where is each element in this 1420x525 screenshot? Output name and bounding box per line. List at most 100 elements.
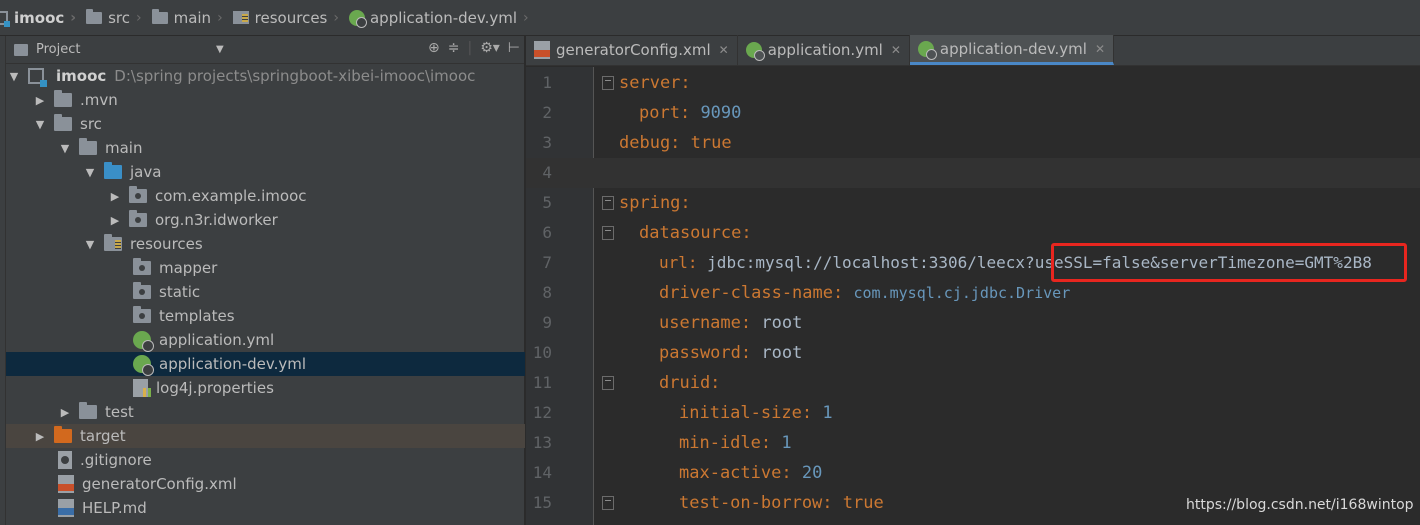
tree-item-application-yml[interactable]: application.yml — [6, 328, 525, 352]
tree-item-target[interactable]: ▶ target — [6, 424, 525, 448]
xml-file-icon — [58, 475, 74, 493]
expand-arrow-icon[interactable]: ▶ — [109, 190, 121, 203]
tree-item-java[interactable]: ▼ java — [6, 160, 525, 184]
code-line[interactable]: 11 druid: — [526, 368, 1420, 398]
tree-item-label: com.example.imooc — [155, 187, 307, 205]
folder-icon — [54, 114, 72, 131]
code-line[interactable]: 1 server: — [526, 68, 1420, 98]
code-line[interactable]: 3 debug: true — [526, 128, 1420, 158]
code-line[interactable]: 14 max-active: 20 — [526, 458, 1420, 488]
tree-item-com-example-imooc[interactable]: ▶ com.example.imooc — [6, 184, 525, 208]
tree-item-label: .gitignore — [80, 451, 152, 469]
excluded-folder-icon — [54, 426, 72, 443]
code-text: initial-size: 1 — [679, 398, 833, 428]
tree-item-main[interactable]: ▼ main — [6, 136, 525, 160]
tree-item-help-md[interactable]: HELP.md — [6, 496, 525, 520]
tree-item-mapper[interactable]: mapper — [6, 256, 525, 280]
close-icon[interactable]: ✕ — [1095, 42, 1105, 56]
code-text: spring: — [619, 188, 691, 218]
code-area[interactable]: 1 server: 2 port: 9090 3 debug: true 4 5… — [526, 67, 1420, 525]
yaml-key: username: — [659, 313, 752, 333]
editor-tabs: generatorConfig.xml ✕ application.yml ✕ … — [526, 35, 1420, 66]
close-icon[interactable]: ✕ — [719, 43, 729, 57]
code-text: test-on-borrow: true — [679, 488, 884, 518]
expand-arrow-icon[interactable]: ▶ — [34, 430, 46, 443]
collapse-all-icon[interactable]: ≑ — [448, 40, 460, 56]
chevron-down-icon[interactable]: ▼ — [216, 44, 224, 55]
fold-icon[interactable] — [602, 76, 614, 90]
expand-arrow-icon[interactable]: ▼ — [59, 142, 71, 155]
tree-item-templates[interactable]: templates — [6, 304, 525, 328]
yaml-value: 1 — [822, 403, 833, 423]
chevron-right-icon: › — [217, 9, 223, 26]
tree-item-src[interactable]: ▼ src — [6, 112, 525, 136]
tree-item-application-dev-yml[interactable]: application-dev.yml — [6, 352, 525, 376]
close-icon[interactable]: ✕ — [891, 43, 901, 57]
expand-arrow-icon[interactable]: ▼ — [8, 70, 20, 83]
code-line[interactable]: 9 username: root — [526, 308, 1420, 338]
tree-item-gitignore[interactable]: .gitignore — [6, 448, 525, 472]
code-text: min-idle: 1 — [679, 428, 792, 458]
chevron-right-icon: › — [70, 9, 77, 26]
tree-item-resources[interactable]: ▼ resources — [6, 232, 525, 256]
fold-icon[interactable] — [602, 226, 614, 240]
expand-arrow-icon[interactable]: ▶ — [34, 94, 46, 107]
breadcrumb-item-src[interactable]: src › — [86, 0, 152, 36]
fold-icon[interactable] — [602, 196, 614, 210]
expand-arrow-icon[interactable]: ▶ — [59, 406, 71, 419]
code-line[interactable]: 2 port: 9090 — [526, 98, 1420, 128]
hide-icon[interactable]: ⊢ — [508, 40, 520, 56]
yaml-key: test-on-borrow: — [679, 493, 833, 513]
locate-icon[interactable]: ⊕ — [428, 40, 440, 56]
gear-icon[interactable]: ⚙▾ — [480, 40, 500, 56]
code-line[interactable]: 10 password: root — [526, 338, 1420, 368]
tab-generatorconfig-xml[interactable]: generatorConfig.xml ✕ — [526, 35, 738, 65]
yaml-key: debug: — [619, 133, 681, 153]
tab-label: application-dev.yml — [939, 39, 1087, 58]
yaml-value: true — [842, 493, 884, 513]
tree-item-label: main — [105, 139, 143, 157]
breadcrumb-item-resources[interactable]: resources › — [232, 0, 349, 36]
breadcrumb-item-application-dev[interactable]: application-dev.yml › — [348, 0, 539, 36]
breadcrumb-label: resources — [254, 8, 328, 27]
tree-item-generatorconfig-xml[interactable]: generatorConfig.xml — [6, 472, 525, 496]
tree-item-label: target — [80, 427, 126, 445]
code-line[interactable]: 12 initial-size: 1 — [526, 398, 1420, 428]
chevron-right-icon: › — [135, 9, 142, 26]
breadcrumb-item-main[interactable]: main › — [151, 0, 233, 36]
code-line[interactable]: 13 min-idle: 1 — [526, 428, 1420, 458]
yaml-value: com.mysql.cj.jdbc.Driver — [853, 284, 1071, 302]
module-path: D:\spring projects\springboot-xibei-imoo… — [114, 67, 476, 85]
resources-folder-icon — [232, 11, 249, 24]
spring-yml-icon — [348, 9, 367, 28]
tree-item-imooc[interactable]: ▼ imooc D:\spring projects\springboot-xi… — [6, 64, 525, 88]
code-line-current[interactable]: 4 — [526, 158, 1420, 188]
tab-application-yml[interactable]: application.yml ✕ — [738, 35, 910, 65]
tab-application-dev-yml[interactable]: application-dev.yml ✕ — [909, 35, 1115, 65]
package-icon — [133, 258, 151, 275]
yaml-key: password: — [659, 343, 752, 363]
code-text: server: — [619, 68, 691, 98]
expand-arrow-icon[interactable]: ▶ — [109, 214, 121, 227]
tree-item-mvn[interactable]: ▶ .mvn — [6, 88, 525, 112]
tree-item-test[interactable]: ▶ test — [6, 400, 525, 424]
breadcrumb-item-imooc[interactable]: imooc › — [0, 0, 86, 36]
tree-item-label: imooc — [56, 67, 107, 85]
tree-item-label: java — [130, 163, 162, 181]
fold-icon[interactable] — [602, 496, 614, 510]
tree-item-label: application.yml — [159, 331, 275, 349]
tree-item-static[interactable]: static — [6, 280, 525, 304]
folder-icon — [79, 138, 97, 155]
expand-arrow-icon[interactable]: ▼ — [34, 118, 46, 131]
project-toolbar: ⊕ ≑ | ⚙▾ ⊢ — [428, 40, 520, 56]
code-line[interactable]: 5 spring: — [526, 188, 1420, 218]
expand-arrow-icon[interactable]: ▼ — [84, 238, 96, 251]
code-line[interactable]: 8 driver-class-name: com.mysql.cj.jdbc.D… — [526, 278, 1420, 308]
expand-arrow-icon[interactable]: ▼ — [84, 166, 96, 179]
tree-item-org-n3r-idworker[interactable]: ▶ org.n3r.idworker — [6, 208, 525, 232]
fold-icon[interactable] — [602, 376, 614, 390]
project-panel-title[interactable]: Project — [36, 42, 80, 57]
breadcrumb: imooc › src › main › resources › applica… — [0, 0, 1420, 36]
module-icon — [28, 68, 47, 87]
tree-item-log4j-properties[interactable]: log4j.properties — [6, 376, 525, 400]
